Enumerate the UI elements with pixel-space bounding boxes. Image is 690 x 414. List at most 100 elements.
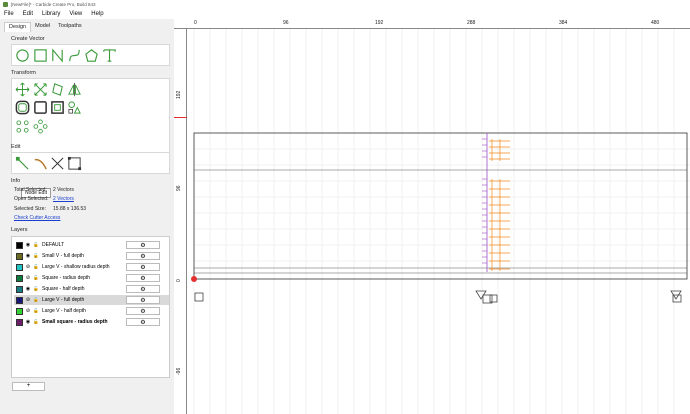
boolean-union-icon[interactable] <box>33 100 48 115</box>
eye-icon[interactable]: ◉ <box>25 286 31 292</box>
window-title: [NewFile]* - Carbide Create Pro, Build 8… <box>11 2 96 7</box>
transform-panel <box>11 78 170 160</box>
layer-row[interactable]: ⊘ 🔓 Square - radius depth ⚙ <box>14 273 169 283</box>
rectangle-icon[interactable] <box>33 48 48 63</box>
layer-row[interactable]: ⊘ 🔓 Large V - shallow radius depth ⚙ <box>14 262 169 272</box>
circular-array-icon[interactable] <box>33 119 48 134</box>
layer-settings-gear-icon[interactable]: ⚙ <box>126 252 160 260</box>
total-selected-line: Total Selected: 2 Vectors <box>14 187 74 193</box>
smooth-curve-icon[interactable] <box>33 156 48 171</box>
layer-row[interactable]: ⊘ 🔓 Large V - full depth ⚙ <box>14 295 169 305</box>
layer-name: Large V - full depth <box>42 297 85 303</box>
layer-row[interactable]: ◉ 🔓 DEFAULT ⚙ <box>14 240 169 250</box>
layer-row[interactable]: ◉ 🔓 Small V - full depth ⚙ <box>14 251 169 261</box>
eye-hidden-icon[interactable]: ⊘ <box>25 297 31 303</box>
offset-icon[interactable] <box>15 100 30 115</box>
layer-name: Square - radius depth <box>42 275 91 281</box>
layer-color-swatch[interactable] <box>16 274 23 282</box>
lock-icon[interactable]: 🔓 <box>33 286 39 292</box>
align-shapes-icon[interactable] <box>67 100 82 115</box>
layer-color-swatch[interactable] <box>16 263 23 271</box>
ruler-y-label: 96 <box>176 185 182 191</box>
lock-icon[interactable]: 🔓 <box>33 275 39 281</box>
rotate-icon[interactable] <box>50 82 65 97</box>
move-icon[interactable] <box>15 82 30 97</box>
layer-row[interactable]: ◉ 🔓 Square - half depth ⚙ <box>14 284 169 294</box>
title-bar: [NewFile]* - Carbide Create Pro, Build 8… <box>0 0 690 9</box>
text-icon[interactable] <box>102 48 117 63</box>
transform-heading: Transform <box>11 70 36 76</box>
tab-toolpaths[interactable]: Toolpaths <box>54 22 86 32</box>
layer-color-swatch[interactable] <box>16 241 23 249</box>
trim-icon[interactable] <box>50 156 65 171</box>
layer-settings-gear-icon[interactable]: ⚙ <box>126 241 160 249</box>
ruler-cursor-marker <box>174 117 187 118</box>
join-vectors-icon[interactable] <box>67 156 82 171</box>
layer-row[interactable]: ⊘ 🔓 Large V - half depth ⚙ <box>14 306 169 316</box>
edit-heading: Edit <box>11 144 21 150</box>
info-heading: Info <box>11 178 21 184</box>
layer-name: Square - half depth <box>42 286 85 292</box>
lock-icon[interactable]: 🔓 <box>33 253 39 259</box>
ruler-x-label: 0 <box>194 20 197 26</box>
lock-icon[interactable]: 🔓 <box>33 242 39 248</box>
app-icon <box>3 2 8 7</box>
layer-settings-gear-icon[interactable]: ⚙ <box>126 318 160 326</box>
layer-color-swatch[interactable] <box>16 285 23 293</box>
check-cutter-access-link[interactable]: Check Cutter Access <box>14 215 60 221</box>
selected-size-line: Selected Size: 15.88 x 136.53 <box>14 206 86 212</box>
menu-library[interactable]: Library <box>42 11 60 17</box>
eye-icon[interactable]: ◉ <box>25 253 31 259</box>
ruler-x-label: 192 <box>375 20 384 26</box>
boolean-subtract-icon[interactable] <box>50 100 65 115</box>
tab-model[interactable]: Model <box>31 22 54 32</box>
lock-icon[interactable]: 🔓 <box>33 264 39 270</box>
layer-name: Small square - radius depth <box>42 319 108 325</box>
mirror-icon[interactable] <box>67 82 82 97</box>
polygon-icon[interactable] <box>84 48 99 63</box>
open-selected-link[interactable]: 2 Vectors <box>53 196 74 202</box>
layer-settings-gear-icon[interactable]: ⚙ <box>126 307 160 315</box>
node-edit-icon[interactable] <box>15 156 30 171</box>
design-canvas[interactable] <box>174 19 690 414</box>
menu-edit[interactable]: Edit <box>23 11 33 17</box>
eye-icon[interactable]: ◉ <box>25 242 31 248</box>
vertical-ruler: 192 96 0 -96 <box>174 29 187 414</box>
layer-settings-gear-icon[interactable]: ⚙ <box>126 274 160 282</box>
ruler-y-label: 0 <box>176 279 182 282</box>
tab-design[interactable]: Design <box>4 22 32 32</box>
polyline-icon[interactable] <box>50 48 65 63</box>
layer-settings-gear-icon[interactable]: ⚙ <box>126 296 160 304</box>
layer-color-swatch[interactable] <box>16 307 23 315</box>
layer-row[interactable]: ◉ 🔓 Small square - radius depth ⚙ <box>14 317 169 327</box>
menu-view[interactable]: View <box>69 11 82 17</box>
create-vector-panel <box>11 44 170 66</box>
sidebar: Design Model Toolpaths Create Vector Tra… <box>4 20 170 414</box>
eye-icon[interactable]: ◉ <box>25 319 31 325</box>
selected-size-value: 15.88 x 136.53 <box>53 206 87 212</box>
layer-settings-gear-icon[interactable]: ⚙ <box>126 263 160 271</box>
ruler-y-label: 192 <box>176 90 182 99</box>
layer-settings-gear-icon[interactable]: ⚙ <box>126 285 160 293</box>
total-selected-value: 2 Vectors <box>53 187 74 193</box>
layer-color-swatch[interactable] <box>16 296 23 304</box>
eye-hidden-icon[interactable]: ⊘ <box>25 264 31 270</box>
layer-color-swatch[interactable] <box>16 318 23 326</box>
layer-color-swatch[interactable] <box>16 252 23 260</box>
eye-hidden-icon[interactable]: ⊘ <box>25 275 31 281</box>
layers-heading: Layers <box>11 227 28 233</box>
menu-help[interactable]: Help <box>91 11 103 17</box>
menu-file[interactable]: File <box>4 11 14 17</box>
lock-icon[interactable]: 🔓 <box>33 297 39 303</box>
eye-hidden-icon[interactable]: ⊘ <box>25 308 31 314</box>
array-icon[interactable] <box>15 119 30 134</box>
lock-icon[interactable]: 🔓 <box>33 319 39 325</box>
add-layer-button[interactable]: + <box>12 382 45 391</box>
curve-icon[interactable] <box>67 48 82 63</box>
ruler-x-label: 384 <box>559 20 568 26</box>
open-selected-label: Open Selected: <box>14 196 49 202</box>
ruler-x-label: 480 <box>651 20 660 26</box>
scale-icon[interactable] <box>33 82 48 97</box>
lock-icon[interactable]: 🔓 <box>33 308 39 314</box>
circle-icon[interactable] <box>15 48 30 63</box>
